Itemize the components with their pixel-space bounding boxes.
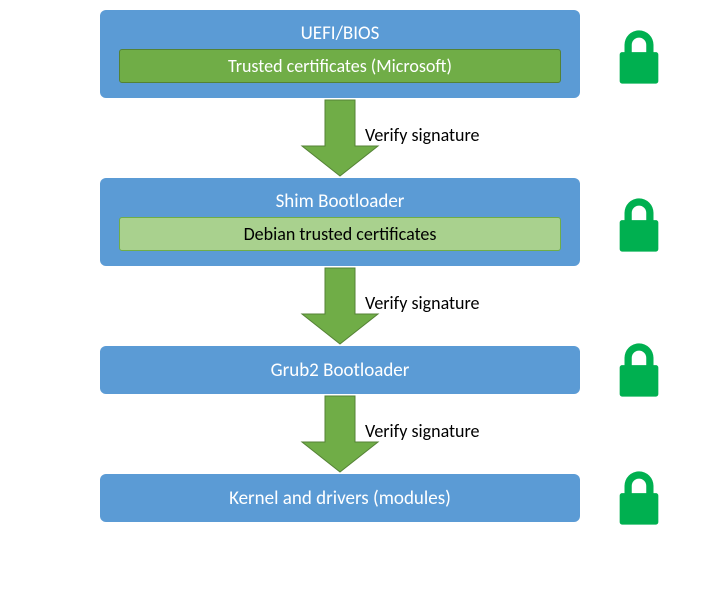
stage-uefi-bios: UEFI/BIOS Trusted certificates (Microsof…	[100, 10, 580, 98]
stage-inner-box: Trusted certificates (Microsoft)	[119, 49, 561, 83]
stage-title: Grub2 Bootloader	[271, 359, 410, 382]
arrow-label: Verify signature	[365, 420, 480, 442]
stage-title: Shim Bootloader	[276, 190, 405, 213]
inner-label: Trusted certificates (Microsoft)	[228, 55, 452, 77]
stage-inner-box: Debian trusted certificates	[119, 217, 561, 251]
arrow-label: Verify signature	[365, 124, 480, 146]
inner-label: Debian trusted certificates	[244, 223, 437, 245]
arrow: Verify signature	[100, 98, 580, 178]
arrow-label: Verify signature	[365, 292, 480, 314]
lock-icon	[610, 196, 668, 259]
stage-shim-bootloader: Shim Bootloader Debian trusted certifica…	[100, 178, 580, 266]
stage-title: UEFI/BIOS	[301, 22, 380, 45]
stage-title: Kernel and drivers (modules)	[229, 487, 451, 510]
arrow: Verify signature	[100, 394, 580, 474]
lock-icon	[610, 341, 668, 404]
lock-icon	[610, 28, 668, 91]
stage-grub2-bootloader: Grub2 Bootloader	[100, 346, 580, 394]
lock-icon	[610, 469, 668, 532]
stage-kernel-drivers: Kernel and drivers (modules)	[100, 474, 580, 522]
arrow: Verify signature	[100, 266, 580, 346]
